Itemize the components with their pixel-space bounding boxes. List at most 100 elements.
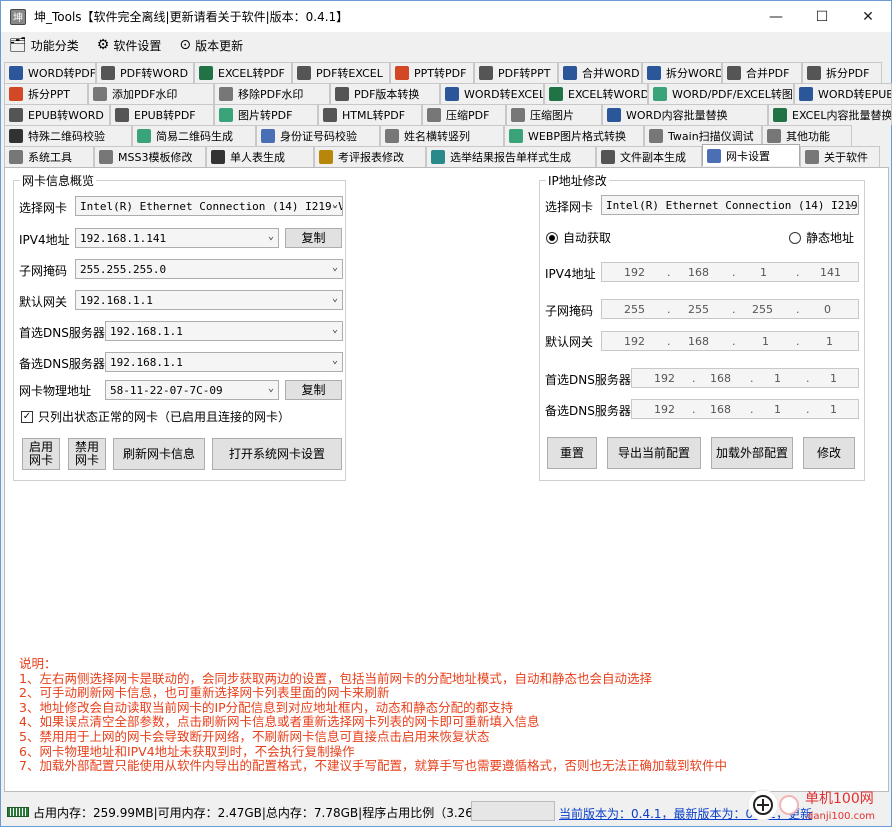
export-config-button[interactable]: 导出当前配置 xyxy=(607,437,701,469)
tab-icon xyxy=(335,87,349,101)
tab-item[interactable]: 拆分WORD xyxy=(642,62,722,83)
tab-item[interactable]: WORD转PDF xyxy=(4,62,96,83)
tab-label: PDF转EXCEL xyxy=(316,67,383,80)
mac-select[interactable]: 58-11-22-07-7C-09 ⌄ xyxy=(105,380,279,400)
tab-icon xyxy=(799,87,813,101)
tab-item[interactable]: HTML转PDF xyxy=(318,104,422,125)
tab-item[interactable]: 系统工具 xyxy=(4,146,94,167)
copy-mac-button[interactable]: 复制 xyxy=(285,380,342,400)
tab-icon xyxy=(385,129,399,143)
gateway-select[interactable]: 192.168.1.1 ⌄ xyxy=(75,290,343,310)
minimize-button[interactable]: — xyxy=(753,1,799,32)
tab-item[interactable]: 压缩PDF xyxy=(422,104,506,125)
ipv4-label: IPV4地址 xyxy=(19,233,70,247)
tab-item[interactable]: WEBP图片格式转换 xyxy=(504,125,644,146)
static-address-radio[interactable]: 静态地址 xyxy=(789,229,854,246)
tab-item[interactable]: PDF转PPT xyxy=(474,62,558,83)
tab-icon xyxy=(9,108,23,122)
auto-obtain-radio[interactable]: 自动获取 xyxy=(546,229,611,246)
tab-item[interactable]: 合并PDF xyxy=(722,62,802,83)
tab-item[interactable]: PDF转EXCEL xyxy=(292,62,390,83)
tab-item[interactable]: 关于软件 xyxy=(800,146,880,167)
tab-item[interactable]: 添加PDF水印 xyxy=(88,83,214,104)
nic-select-value: Intel(R) Ethernet Connection (14) I219-V xyxy=(80,199,343,213)
tab-item[interactable]: 拆分PPT xyxy=(4,83,88,104)
tab-item[interactable]: PDF转WORD xyxy=(96,62,194,83)
menu-version-update[interactable]: ⊙ 版本更新 xyxy=(179,37,243,54)
tab-item[interactable]: EPUB转PDF xyxy=(110,104,214,125)
nic-select-right[interactable]: Intel(R) Ethernet Connection (14) I219-V… xyxy=(601,195,859,215)
title-bar[interactable]: 坤 坤_Tools【软件完全离线|更新请看关于软件|版本：0.4.1】 — ☐ … xyxy=(1,1,891,32)
load-external-config-button[interactable]: 加载外部配置 xyxy=(711,437,793,469)
tab-item[interactable]: 合并WORD xyxy=(558,62,642,83)
tab-item[interactable]: Twain扫描仪调试 xyxy=(644,125,762,146)
ip-octet: 0 xyxy=(824,303,831,316)
mask-ip-input[interactable]: 255. 255. 255. 0 xyxy=(601,299,859,319)
tab-item[interactable]: WORD内容批量替换 xyxy=(602,104,768,125)
memory-icon xyxy=(7,807,29,817)
maximize-button[interactable]: ☐ xyxy=(799,1,845,32)
tab-icon xyxy=(727,66,741,80)
tab-icon xyxy=(563,66,577,80)
tab-item[interactable]: EXCEL内容批量替换 xyxy=(768,104,892,125)
disable-nic-button[interactable]: 禁用 网卡 xyxy=(68,438,106,470)
dns2-ip-input[interactable]: 192. 168. 1. 1 xyxy=(631,399,859,419)
tab-item[interactable]: EXCEL转WORD xyxy=(544,83,648,104)
tab-item[interactable]: 其他功能 xyxy=(762,125,852,146)
tab-item[interactable]: PPT转PDF xyxy=(390,62,474,83)
tab-item[interactable]: WORD转EPUB xyxy=(794,83,892,104)
gateway-ip-input[interactable]: 192. 168. 1. 1 xyxy=(601,331,859,351)
tab-item[interactable]: 图片转PDF xyxy=(214,104,318,125)
chevron-down-icon: ⌄ xyxy=(331,262,338,273)
tab-item[interactable]: 拆分PDF xyxy=(802,62,882,83)
tab-item[interactable]: 姓名横转竖列 xyxy=(380,125,504,146)
gateway-value: 192.168.1.1 xyxy=(80,293,153,307)
tab-item[interactable]: WORD/PDF/EXCEL转图片 xyxy=(648,83,794,104)
tab-item[interactable]: 特殊二维码校验 xyxy=(4,125,132,146)
tab-item[interactable]: 简易二维码生成 xyxy=(132,125,256,146)
tab-icon xyxy=(199,66,213,80)
tab-item[interactable]: 移除PDF水印 xyxy=(214,83,330,104)
enable-nic-button[interactable]: 启用 网卡 xyxy=(22,438,60,470)
ipv4-ip-input[interactable]: 192. 168. 1. 141 xyxy=(601,262,859,282)
tab-label: 拆分WORD xyxy=(666,67,722,80)
refresh-nic-button[interactable]: 刷新网卡信息 xyxy=(113,438,205,470)
tab-icon xyxy=(9,129,23,143)
close-button[interactable]: ✕ xyxy=(845,1,891,32)
open-system-nic-settings-button[interactable]: 打开系统网卡设置 xyxy=(212,438,342,470)
copy-ipv4-button[interactable]: 复制 xyxy=(285,228,342,248)
tab-item[interactable]: 考评报表修改 xyxy=(314,146,426,167)
tab-icon xyxy=(509,129,523,143)
tab-item[interactable]: 网卡设置 xyxy=(702,144,800,166)
tab-item[interactable]: WORD转EXCEL xyxy=(440,83,544,104)
menu-label: 版本更新 xyxy=(195,38,244,53)
tab-icon xyxy=(431,150,445,164)
reset-button[interactable]: 重置 xyxy=(547,437,597,469)
tab-item[interactable]: 文件副本生成 xyxy=(596,146,702,167)
tab-item[interactable]: EPUB转WORD xyxy=(4,104,110,125)
menu-function-category[interactable]: 🗂 功能分类 xyxy=(9,37,79,54)
nic-select-left[interactable]: Intel(R) Ethernet Connection (14) I219-V… xyxy=(75,196,343,216)
dns2-select[interactable]: 192.168.1.1 ⌄ xyxy=(105,352,343,372)
modify-button[interactable]: 修改 xyxy=(803,437,855,469)
tab-icon xyxy=(773,108,787,122)
tab-item[interactable]: EXCEL转PDF xyxy=(194,62,292,83)
tab-item[interactable]: 身份证号码校验 xyxy=(256,125,380,146)
mask-select[interactable]: 255.255.255.0 ⌄ xyxy=(75,259,343,279)
tab-item[interactable]: 选举结果报告单样式生成 xyxy=(426,146,596,167)
menu-software-settings[interactable]: ⚙ 软件设置 xyxy=(97,37,162,54)
notes-line: 5、禁用用于上网的网卡会导致断开网络，不刷新网卡信息可直接点击启用来恢复状态 xyxy=(19,728,490,744)
menu-bar: 🗂 功能分类 ⚙ 软件设置 ⊙ 版本更新 xyxy=(1,32,891,58)
folder-icon: 🗂 xyxy=(9,37,27,53)
ipv4-select[interactable]: 192.168.1.141 ⌄ xyxy=(75,228,279,248)
ip-octet: 255 xyxy=(624,303,645,316)
tab-icon xyxy=(649,129,663,143)
tab-item[interactable]: 压缩图片 xyxy=(506,104,602,125)
tab-item[interactable]: PDF版本转换 xyxy=(330,83,440,104)
dns1-ip-input[interactable]: 192. 168. 1. 1 xyxy=(631,368,859,388)
tab-item[interactable]: 单人表生成 xyxy=(206,146,314,167)
tab-icon xyxy=(607,108,621,122)
dns1-select[interactable]: 192.168.1.1 ⌄ xyxy=(105,321,343,341)
tab-item[interactable]: MSS3模板修改 xyxy=(94,146,206,167)
only-active-checkbox[interactable]: ✓ 只列出状态正常的网卡（已启用且连接的网卡） xyxy=(21,408,290,425)
